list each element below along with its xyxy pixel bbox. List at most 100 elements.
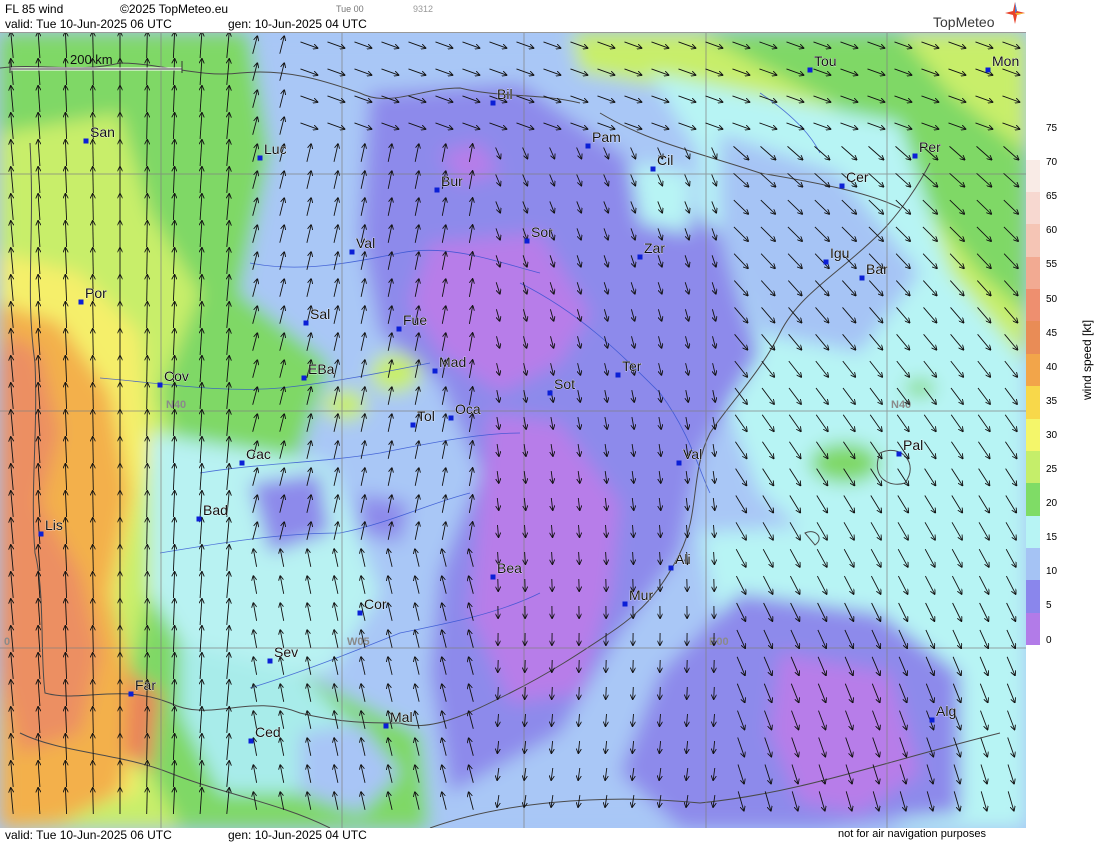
wind-arrow — [93, 437, 94, 464]
wind-arrow — [147, 491, 148, 518]
legend-tick-label: 75 — [1046, 123, 1058, 134]
city-marker-icon — [490, 574, 496, 580]
city-marker-icon — [524, 238, 530, 244]
city-marker-icon — [267, 658, 273, 664]
legend-swatch — [1026, 159, 1040, 193]
grid-label-e00: E00 — [709, 636, 729, 648]
grid-label-n40-east: N40 — [891, 399, 911, 411]
product-title: FL 85 wind — [5, 2, 64, 16]
scale-bar-label: 200 km — [70, 52, 113, 67]
wind-arrow — [147, 356, 148, 383]
city-label: Fue — [403, 312, 427, 328]
wind-arrow — [93, 410, 94, 437]
footer-bar: valid: Tue 10-Jun-2025 06 UTC gen: 10-Ju… — [0, 828, 1026, 843]
wind-arrow — [147, 302, 148, 329]
wind-arrow — [147, 221, 148, 248]
city-marker-icon — [303, 320, 309, 326]
city-marker-icon — [410, 422, 416, 428]
city-label: Mad — [439, 354, 466, 370]
city-marker-icon — [650, 166, 656, 172]
city-label: Pal — [903, 437, 923, 453]
city-marker-icon — [896, 451, 902, 457]
city-label: Lis — [45, 517, 63, 533]
wind-arrow — [147, 59, 148, 86]
legend-tick-label: 55 — [1046, 259, 1058, 271]
grid-label-w10: 0 — [4, 636, 10, 648]
legend-swatch — [1026, 547, 1040, 581]
city-label: Val — [683, 446, 702, 462]
city-label: Bad — [203, 502, 228, 518]
city-marker-icon — [239, 460, 245, 466]
legend-swatch — [1026, 450, 1040, 484]
wind-arrow — [93, 167, 94, 194]
wind-arrow — [147, 518, 148, 545]
legend-tick-label: 25 — [1046, 464, 1058, 475]
legend-swatch — [1026, 353, 1040, 387]
city-label: Cil — [657, 152, 673, 168]
wind-arrow — [93, 707, 94, 734]
wind-field — [0, 33, 1026, 828]
footer-valid-time: valid: Tue 10-Jun-2025 06 UTC — [5, 828, 172, 842]
city-marker-icon — [448, 415, 454, 421]
wind-arrow — [147, 626, 148, 653]
city-marker-icon — [196, 516, 202, 522]
city-marker-icon — [257, 155, 263, 161]
city-label: Mur — [629, 587, 653, 603]
wind-arrow — [147, 167, 148, 194]
wind-arrow — [93, 491, 94, 518]
city-marker-icon — [490, 100, 496, 106]
city-label: Far — [135, 677, 156, 693]
legend-tick-label: 70 — [1046, 157, 1058, 169]
city-label: Ter — [622, 358, 642, 374]
wind-arrow — [606, 686, 607, 699]
legend-swatch — [1026, 289, 1040, 322]
legend-swatch — [1026, 515, 1040, 549]
disclaimer: not for air navigation purposes — [838, 828, 986, 840]
run-code: 9312 — [413, 4, 434, 14]
city-label: Bil — [497, 86, 513, 102]
wind-arrow — [525, 686, 526, 699]
wind-arrow — [147, 788, 148, 815]
city-label: Per — [919, 139, 941, 155]
city-label: San — [90, 124, 115, 140]
city-label: Val — [356, 235, 375, 251]
legend-swatch — [1026, 612, 1040, 646]
city-marker-icon — [615, 372, 621, 378]
city-label: Igu — [830, 245, 849, 261]
city-marker-icon — [929, 717, 935, 723]
legend-color-bar — [1026, 95, 1040, 646]
wind-arrow — [147, 86, 148, 113]
city-marker-icon — [349, 249, 355, 255]
city-marker-icon — [585, 143, 591, 149]
wind-arrow — [498, 686, 499, 699]
wind-arrow — [93, 518, 94, 545]
city-marker-icon — [357, 610, 363, 616]
city-marker-icon — [622, 601, 628, 607]
city-marker-icon — [301, 375, 307, 381]
legend-tick-label: 10 — [1046, 566, 1058, 578]
wind-arrow — [93, 86, 94, 113]
legend-tick-label: 50 — [1046, 293, 1058, 305]
city-marker-icon — [157, 382, 163, 388]
city-label: Mal — [390, 709, 413, 725]
wind-arrow — [633, 686, 634, 699]
wind-arrow — [147, 113, 148, 140]
wind-arrow — [147, 194, 148, 221]
wind-map[interactable]: N40 N40 W05 E00 0 200 km Bil Tou Mon San Luc… — [0, 33, 1026, 828]
footer-generated-time: gen: 10-Jun-2025 04 UTC — [228, 828, 367, 842]
step-label: Tue 00 — [336, 4, 364, 14]
city-label: Por — [85, 285, 107, 301]
wind-arrow — [93, 599, 94, 626]
legend-tick-label: 65 — [1046, 191, 1058, 203]
generated-time: gen: 10-Jun-2025 04 UTC — [228, 17, 367, 31]
city-label: Pam — [592, 129, 621, 145]
wind-arrow — [660, 686, 661, 699]
legend-tick-label: 5 — [1046, 600, 1052, 612]
legend-swatch — [1026, 418, 1040, 452]
wind-arrow — [147, 599, 148, 626]
city-label: EBa — [308, 361, 335, 377]
compass-logo-icon — [1005, 2, 1025, 27]
wind-arrow — [147, 437, 148, 464]
wind-arrow — [93, 761, 94, 788]
city-marker-icon — [676, 460, 682, 466]
